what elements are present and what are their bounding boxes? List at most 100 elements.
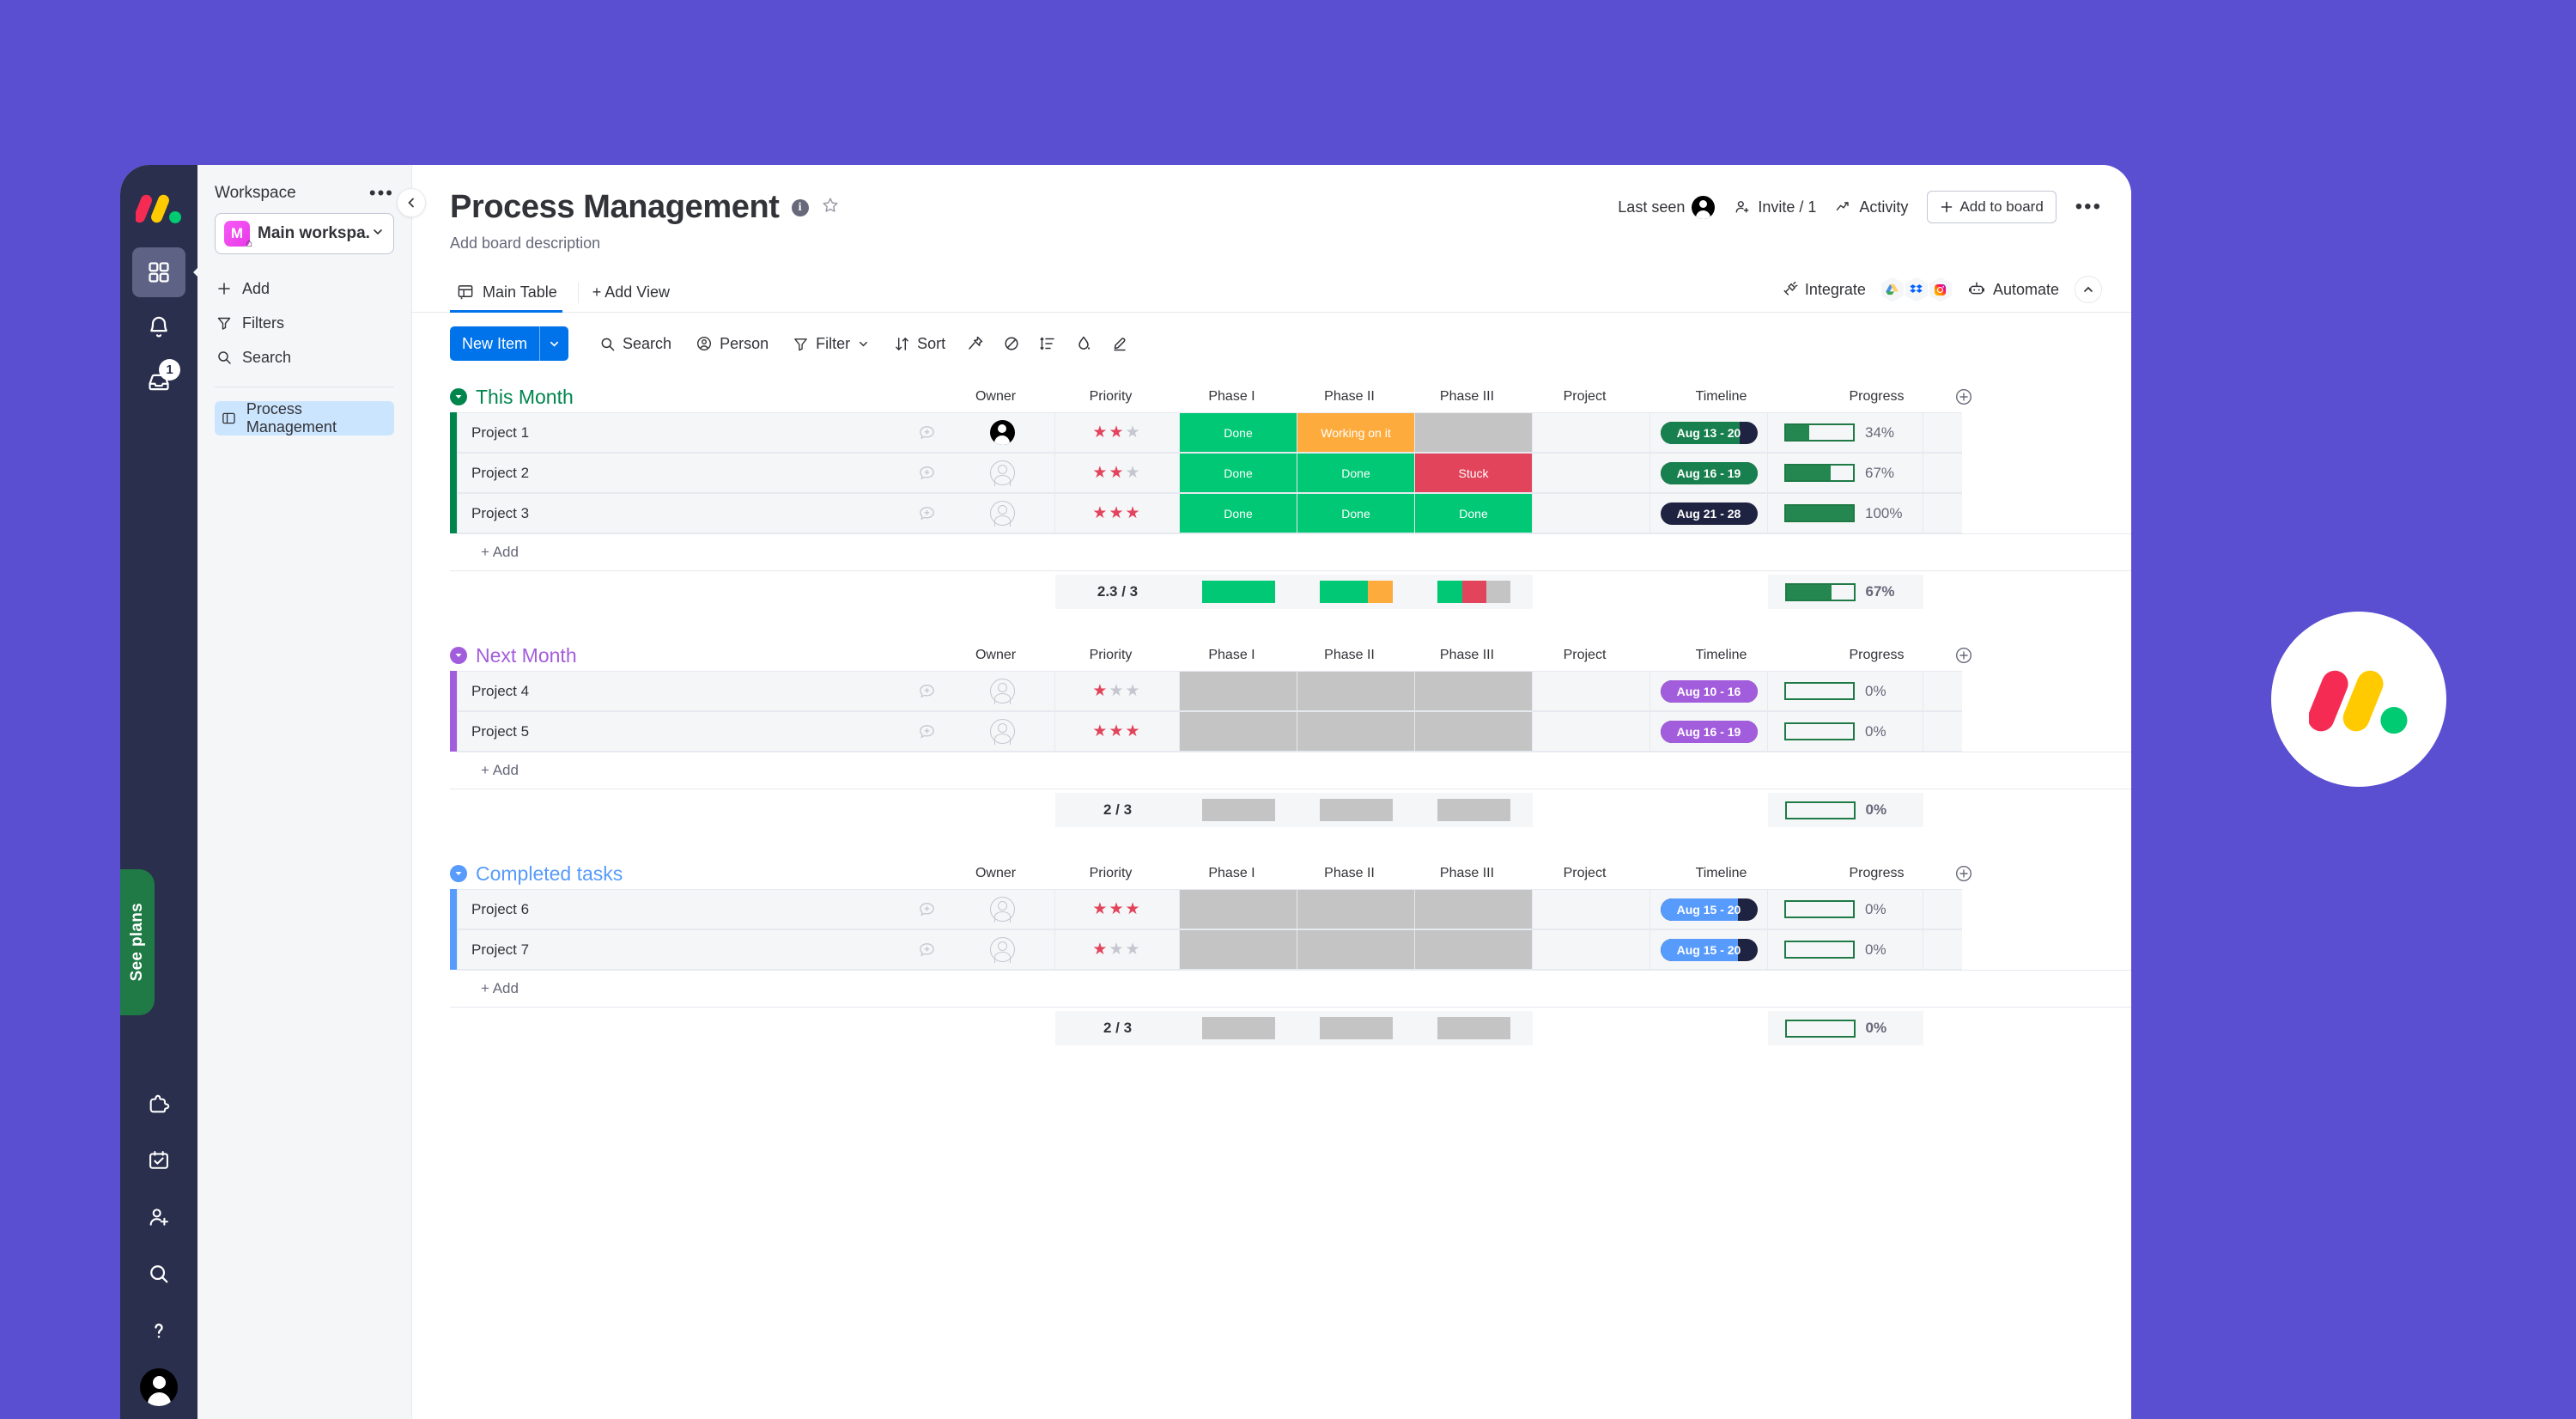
rail-item-home[interactable] [132,247,185,297]
chevron-down-icon[interactable] [371,225,385,243]
add-to-board-button[interactable]: Add to board [1927,191,2057,223]
column-header[interactable]: Phase II [1291,648,1408,663]
table-cell-timeline[interactable]: Aug 16 - 19 [1650,453,1768,493]
column-header[interactable]: Progress [1799,866,1954,881]
table-cell-status[interactable] [1415,889,1533,929]
column-header[interactable]: Phase II [1291,866,1408,881]
add-update-icon[interactable] [918,722,936,740]
workspace-menu-filters[interactable]: Filters [215,306,394,340]
table-cell-status[interactable] [1180,889,1297,929]
rail-item-help[interactable] [132,1302,185,1359]
group-title[interactable]: This Month [476,386,574,409]
workspace-menu-search[interactable]: Search [215,340,394,375]
table-cell-owner[interactable] [950,493,1055,533]
column-header[interactable]: Phase III [1408,389,1526,405]
add-column-icon[interactable] [1954,864,1973,887]
table-cell-priority[interactable]: ★★★ [1055,711,1180,752]
table-cell-status[interactable] [1415,929,1533,970]
table-cell-timeline[interactable]: Aug 15 - 20 [1650,889,1768,929]
table-cell-timeline[interactable]: Aug 21 - 28 [1650,493,1768,533]
monday-logo-icon[interactable] [134,189,182,225]
column-header[interactable]: Priority [1048,648,1173,663]
add-item-row[interactable]: + Add [450,533,2131,571]
table-cell-item-name[interactable]: Project 7 [457,929,950,970]
toolbar-filter[interactable]: Filter [781,326,882,361]
table-cell-status[interactable] [1180,929,1297,970]
column-header[interactable]: Progress [1799,648,1954,663]
table-row[interactable]: Project 4 ★★★ Aug 10 - 16 0% [450,671,2131,711]
rail-item-my-work[interactable] [132,1132,185,1189]
column-header[interactable]: Project [1526,389,1643,405]
column-header[interactable]: Progress [1799,389,1954,405]
toolbar-pin[interactable] [957,326,993,361]
column-header[interactable]: Priority [1048,866,1173,881]
table-cell-status[interactable]: Done [1415,493,1533,533]
table-cell-timeline[interactable]: Aug 15 - 20 [1650,929,1768,970]
add-update-icon[interactable] [918,504,936,522]
table-cell-status[interactable]: Done [1297,493,1415,533]
table-row[interactable]: Project 7 ★★★ Aug 15 - 20 0% [450,929,2131,970]
table-cell-status[interactable] [1180,711,1297,752]
table-row[interactable]: Project 1 ★★★ Done Working on it Aug 13 … [450,412,2131,453]
table-cell-item-name[interactable]: Project 5 [457,711,950,752]
rail-item-inbox[interactable]: 1 [132,357,185,407]
column-header[interactable]: Timeline [1643,389,1799,405]
sidebar-item-process-management[interactable]: Process Management [215,400,394,435]
toolbar-hide[interactable] [993,326,1030,361]
table-cell-status[interactable] [1297,889,1415,929]
table-cell-project[interactable] [1533,711,1650,752]
column-header[interactable]: Owner [943,648,1048,663]
table-cell-status[interactable] [1180,671,1297,711]
table-cell-status[interactable] [1297,929,1415,970]
table-cell-progress[interactable]: 0% [1768,711,1923,752]
new-item-button[interactable]: New Item [450,326,569,361]
toolbar-sort[interactable]: Sort [882,326,957,361]
see-plans-button[interactable]: See plans [120,869,155,1015]
board-description[interactable]: Add board description [450,234,2100,253]
table-row[interactable]: Project 5 ★★★ Aug 16 - 19 0% [450,711,2131,752]
table-cell-owner[interactable] [950,412,1055,453]
add-update-icon[interactable] [918,423,936,442]
table-cell-item-name[interactable]: Project 2 [457,453,950,493]
new-item-caret-icon[interactable] [539,326,568,361]
column-header[interactable]: Phase I [1173,648,1291,663]
info-icon[interactable]: i [791,198,809,216]
add-update-icon[interactable] [918,900,936,918]
group-collapse-icon[interactable] [450,647,467,664]
table-cell-owner[interactable] [950,671,1055,711]
add-column-icon[interactable] [1954,646,1973,669]
table-cell-priority[interactable]: ★★★ [1055,671,1180,711]
add-item-row[interactable]: + Add [450,752,2131,789]
table-row[interactable]: Project 6 ★★★ Aug 15 - 20 0% [450,889,2131,929]
column-header[interactable]: Phase III [1408,648,1526,663]
table-cell-owner[interactable] [950,929,1055,970]
column-header[interactable]: Priority [1048,389,1173,405]
toolbar-highlight[interactable] [1102,326,1138,361]
table-cell-progress[interactable]: 67% [1768,453,1923,493]
table-cell-item-name[interactable]: Project 1 [457,412,950,453]
table-cell-progress[interactable]: 0% [1768,671,1923,711]
table-cell-item-name[interactable]: Project 3 [457,493,950,533]
add-item-row[interactable]: + Add [450,970,2131,1008]
last-seen[interactable]: Last seen [1618,195,1716,219]
table-cell-status[interactable]: Done [1180,453,1297,493]
add-update-icon[interactable] [918,464,936,482]
table-cell-priority[interactable]: ★★★ [1055,453,1180,493]
rail-item-notifications[interactable] [132,302,185,352]
rail-item-apps[interactable] [132,1075,185,1132]
table-cell-project[interactable] [1533,889,1650,929]
group-title[interactable]: Completed tasks [476,862,623,886]
table-cell-project[interactable] [1533,453,1650,493]
table-cell-progress[interactable]: 0% [1768,889,1923,929]
table-cell-status[interactable]: Done [1180,493,1297,533]
column-header[interactable]: Phase I [1173,866,1291,881]
table-cell-project[interactable] [1533,929,1650,970]
add-column-icon[interactable] [1954,387,1973,411]
column-header[interactable]: Phase III [1408,866,1526,881]
favorite-star-icon[interactable] [821,196,840,219]
add-update-icon[interactable] [918,682,936,700]
table-cell-owner[interactable] [950,453,1055,493]
rail-item-profile[interactable] [132,1359,185,1416]
table-cell-owner[interactable] [950,711,1055,752]
table-cell-status[interactable]: Done [1180,412,1297,453]
